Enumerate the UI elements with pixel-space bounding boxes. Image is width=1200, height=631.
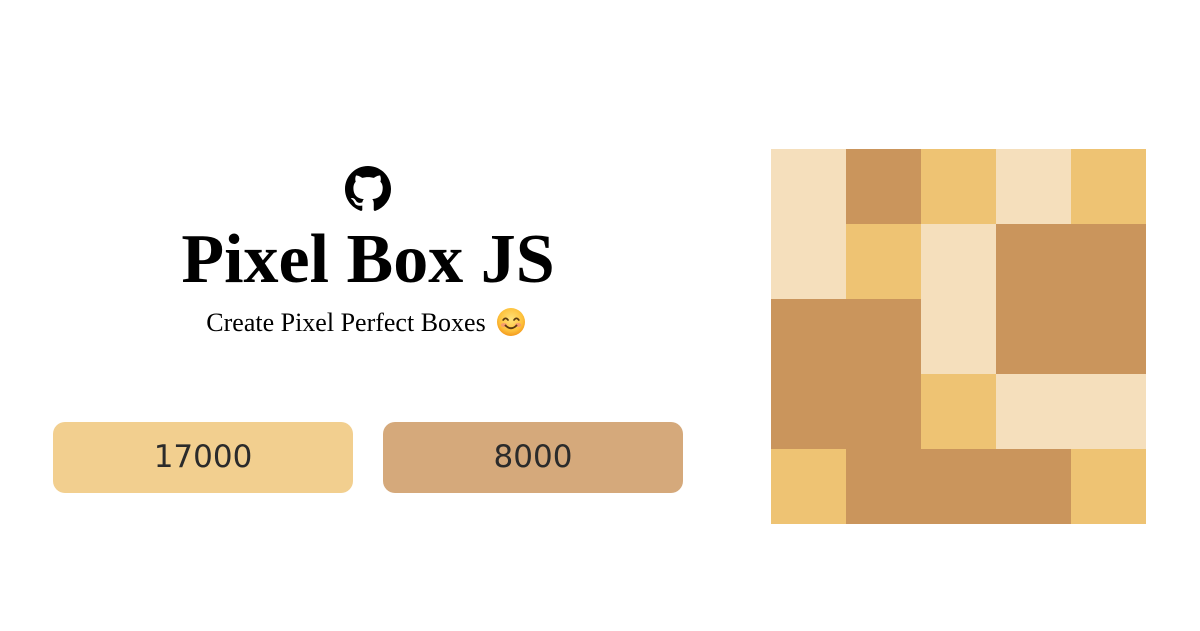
counter-button-secondary[interactable]: 8000 [383,422,683,493]
pixel-block [1071,449,1146,524]
smiling-face-icon [496,307,526,337]
counter-button-primary[interactable]: 17000 [53,422,353,493]
pixel-block [846,149,921,224]
pixel-block [846,224,921,299]
pixel-block [996,224,1146,374]
pixel-block [921,374,996,449]
github-link[interactable] [345,166,391,212]
pixel-block [996,149,1071,224]
page: Pixel Box JS Create Pixel Perfect Boxes … [0,0,1200,631]
pixel-block [1071,149,1146,224]
github-icon [345,166,391,211]
pixel-box [771,149,1146,524]
page-subtitle: Create Pixel Perfect Boxes [0,306,732,340]
page-title: Pixel Box JS [181,221,555,298]
subtitle-text: Create Pixel Perfect Boxes [206,308,486,337]
pixel-block [921,149,996,224]
pixel-block [771,299,921,449]
pixel-block [771,449,846,524]
pixel-block [771,149,846,299]
pixel-block [921,224,996,374]
pixel-block [996,374,1146,449]
pixel-block [846,449,1071,524]
